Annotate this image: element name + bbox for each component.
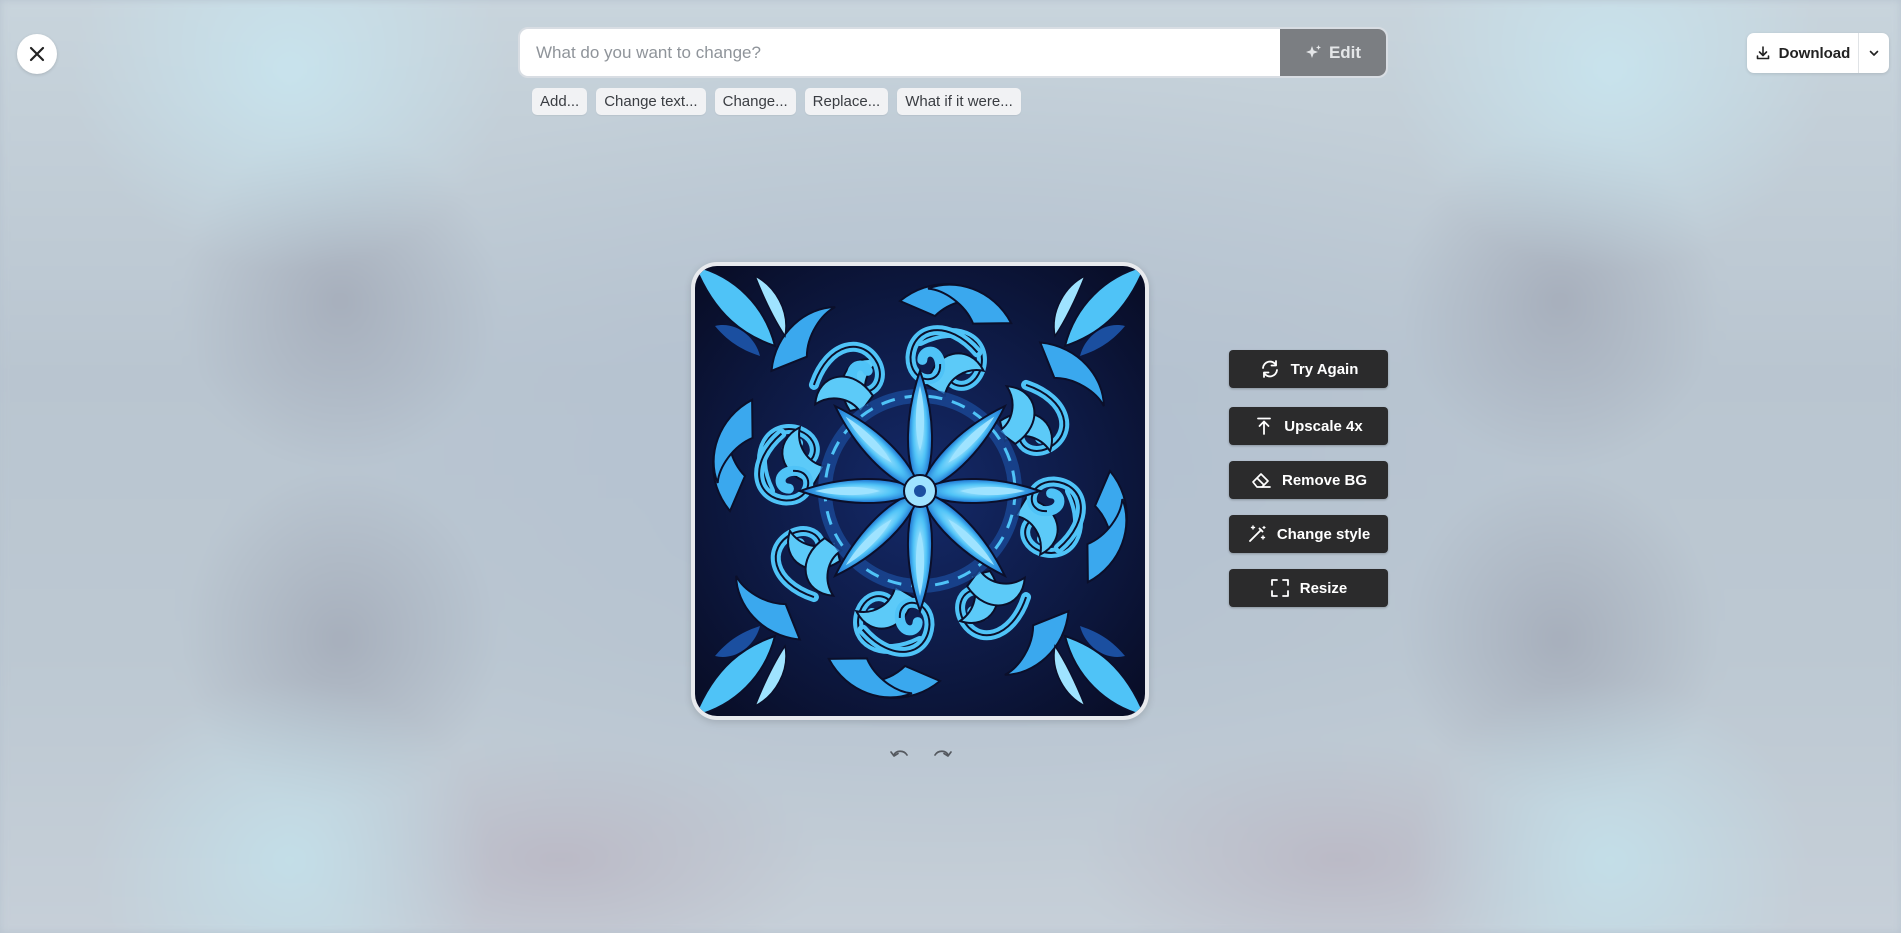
kaleidoscope-image: [695, 266, 1145, 716]
undo-button[interactable]: [888, 744, 912, 768]
suggestion-chip[interactable]: Change text...: [596, 88, 706, 115]
undo-icon: [890, 750, 908, 757]
close-button[interactable]: [17, 34, 57, 74]
download-label: Download: [1778, 44, 1851, 62]
upscale-icon: [1254, 416, 1274, 436]
refresh-icon: [1259, 358, 1281, 380]
try-again-button[interactable]: Try Again: [1229, 350, 1388, 388]
close-icon: [29, 46, 45, 62]
prompt-bar: Edit: [518, 27, 1388, 78]
resize-label: Resize: [1299, 579, 1348, 597]
suggestion-chip[interactable]: Replace...: [804, 88, 889, 115]
edit-label: Edit: [1328, 42, 1362, 62]
change-style-button[interactable]: Change style: [1229, 515, 1388, 553]
suggestion-chip[interactable]: What if it were...: [897, 88, 1021, 115]
resize-icon: [1270, 578, 1290, 598]
download-button[interactable]: Download: [1747, 33, 1859, 73]
try-again-label: Try Again: [1290, 360, 1359, 378]
suggestion-chips: Add... Change text... Change... Replace.…: [532, 88, 1021, 115]
remove-bg-label: Remove BG: [1281, 471, 1368, 489]
upscale-label: Upscale 4x: [1284, 417, 1363, 435]
redo-button[interactable]: [930, 744, 954, 768]
magic-wand-icon: [1247, 524, 1267, 544]
edit-button[interactable]: Edit: [1280, 29, 1386, 76]
resize-button[interactable]: Resize: [1229, 569, 1388, 607]
sparkle-icon: [1305, 44, 1321, 58]
download-options-button[interactable]: [1859, 33, 1889, 73]
chevron-down-icon: [1869, 50, 1879, 56]
history-controls: [888, 744, 954, 768]
download-group: Download: [1747, 33, 1889, 73]
change-style-label: Change style: [1276, 525, 1371, 543]
redo-icon: [934, 750, 952, 757]
upscale-button[interactable]: Upscale 4x: [1229, 407, 1388, 445]
generated-image-card[interactable]: [691, 262, 1149, 720]
prompt-input[interactable]: [520, 29, 1280, 76]
download-icon: [1756, 46, 1769, 60]
eraser-icon: [1250, 470, 1272, 490]
suggestion-chip[interactable]: Change...: [714, 88, 796, 115]
suggestion-chip[interactable]: Add...: [532, 88, 588, 115]
remove-bg-button[interactable]: Remove BG: [1229, 461, 1388, 499]
